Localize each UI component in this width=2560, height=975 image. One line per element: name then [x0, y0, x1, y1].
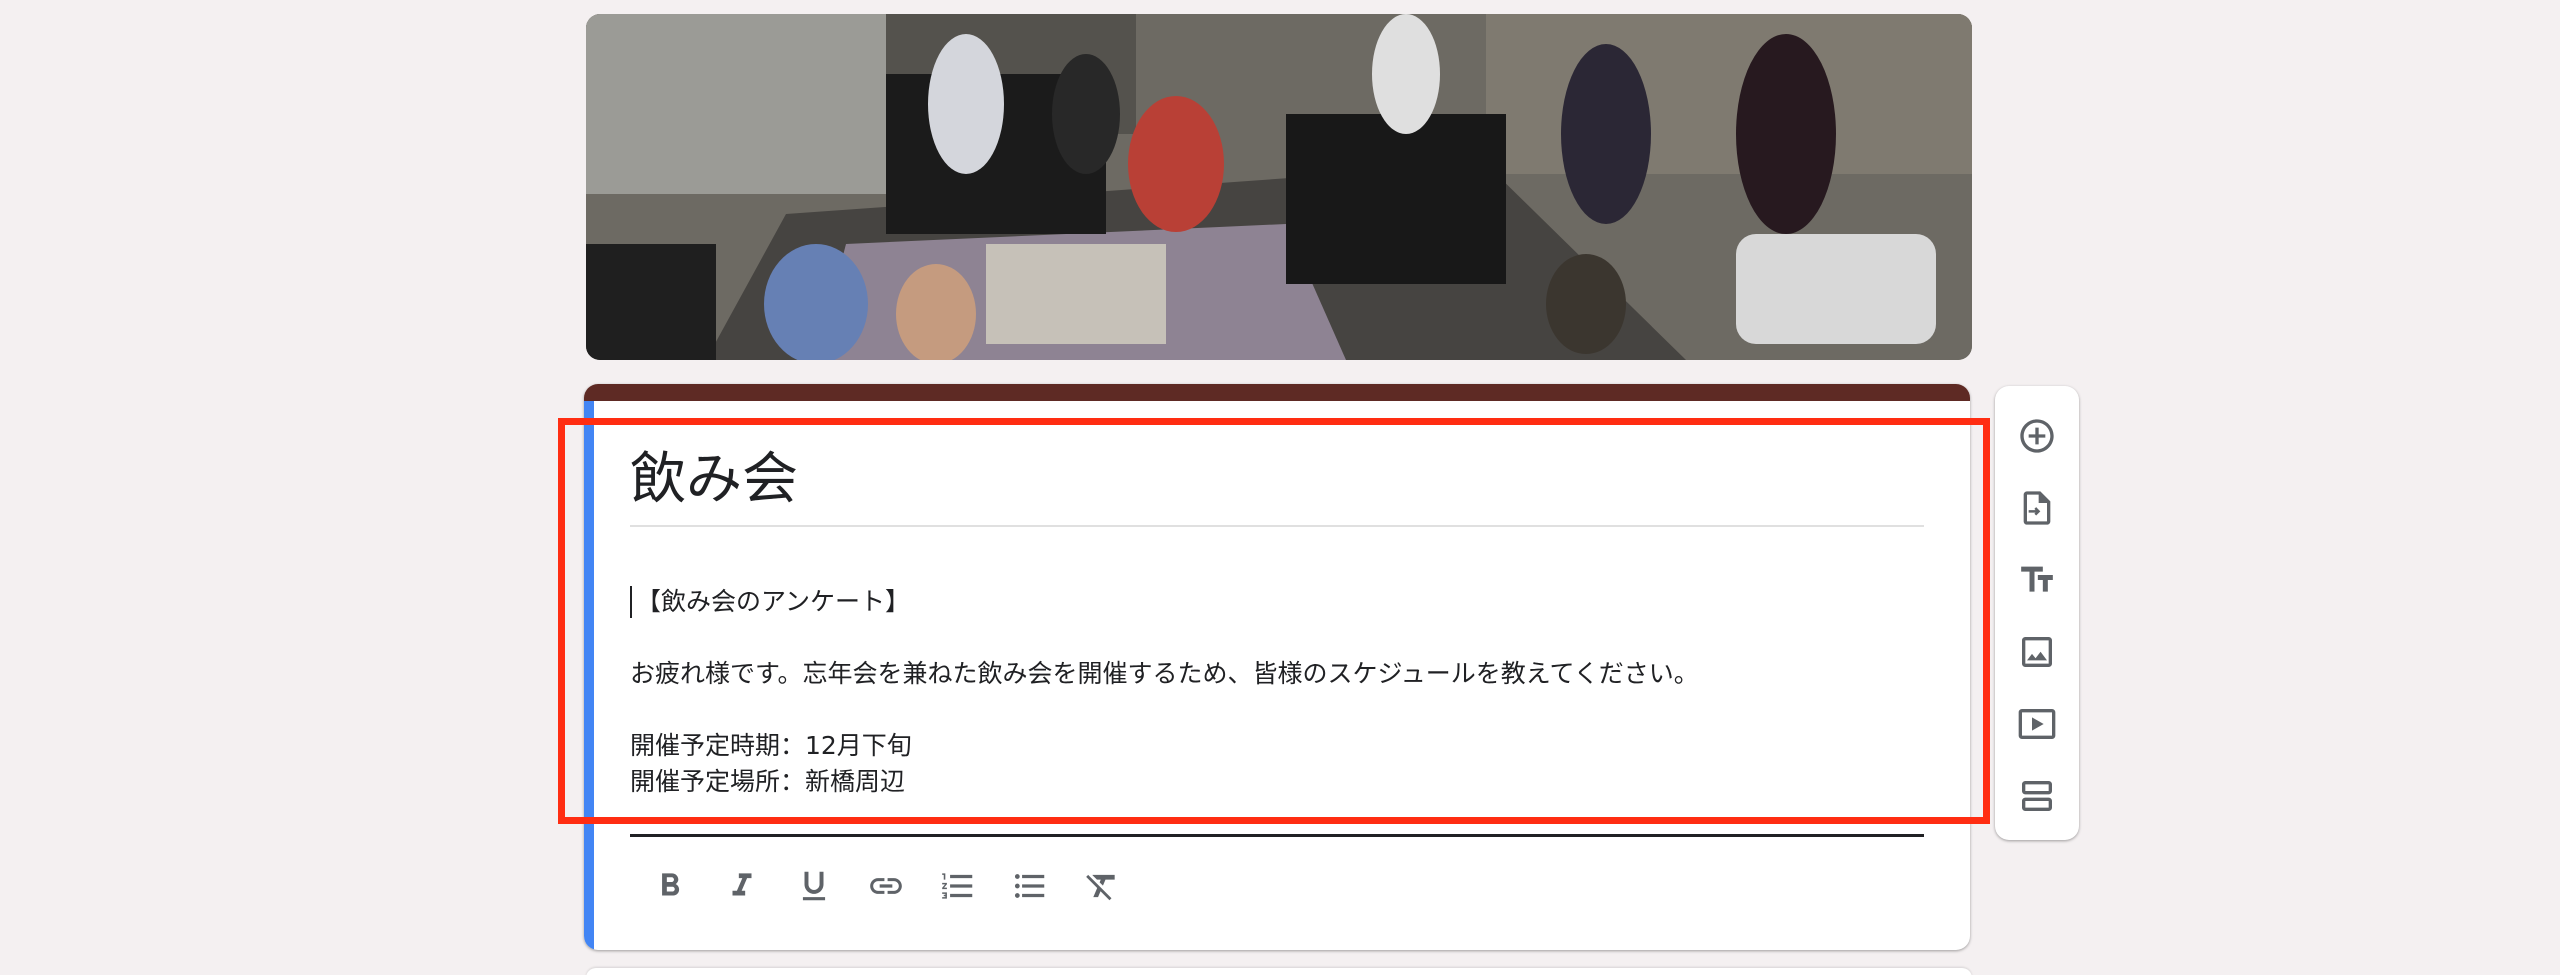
form-description-line[interactable]: お疲れ様です。忘年会を兼ねた飲み会を開催するため、皆様のスケジュールを教えてくだ… [630, 656, 1699, 692]
focus-indicator [584, 401, 594, 950]
form-editor-page: 飲み会 【飲み会のアンケート】 お疲れ様です。忘年会を兼ねた飲み会を開催するため… [0, 0, 2560, 975]
import-questions-button[interactable] [2007, 478, 2067, 538]
add-image-icon [2022, 637, 2052, 667]
bold-button[interactable] [644, 858, 696, 914]
bulleted-list-button[interactable] [1004, 858, 1056, 914]
link-button[interactable] [860, 858, 912, 914]
add-question-icon [2020, 419, 2054, 453]
numbered-list-icon [942, 873, 973, 899]
clear-formatting-icon [1086, 874, 1115, 901]
next-question-card-edge [586, 968, 1972, 975]
add-title-icon [2021, 566, 2053, 592]
theme-color-band [584, 384, 1970, 401]
import-questions-icon [2023, 491, 2051, 525]
underline-button[interactable] [788, 858, 840, 914]
form-description-line[interactable]: 開催予定場所：新橋周辺 [630, 764, 905, 800]
link-icon [870, 878, 902, 894]
add-title-button[interactable] [2007, 550, 2067, 610]
add-video-button[interactable] [2007, 694, 2067, 754]
italic-icon [732, 873, 752, 896]
bulleted-list-icon [1014, 874, 1045, 898]
add-video-icon [2018, 709, 2056, 739]
side-action-toolbar [1995, 386, 2079, 840]
header-image [586, 14, 1972, 360]
form-description-line[interactable]: 開催予定時期：12月下旬 [630, 728, 912, 764]
add-section-button[interactable] [2007, 766, 2067, 826]
party-photo [586, 14, 1972, 360]
text-cursor [630, 586, 632, 618]
title-divider [630, 525, 1924, 527]
clear-formatting-button[interactable] [1076, 858, 1128, 914]
add-image-button[interactable] [2007, 622, 2067, 682]
description-underline [630, 834, 1924, 837]
form-description-line[interactable]: 【飲み会のアンケート】 [636, 584, 910, 620]
formatting-toolbar [644, 858, 1128, 914]
bold-icon [662, 873, 680, 896]
underline-icon [802, 871, 826, 901]
italic-button[interactable] [716, 858, 768, 914]
form-title-input[interactable]: 飲み会 [630, 440, 1924, 520]
add-question-button[interactable] [2007, 406, 2067, 466]
numbered-list-button[interactable] [932, 858, 984, 914]
form-header-card[interactable]: 飲み会 【飲み会のアンケート】 お疲れ様です。忘年会を兼ねた飲み会を開催するため… [584, 384, 1970, 950]
add-section-icon [2022, 781, 2052, 811]
